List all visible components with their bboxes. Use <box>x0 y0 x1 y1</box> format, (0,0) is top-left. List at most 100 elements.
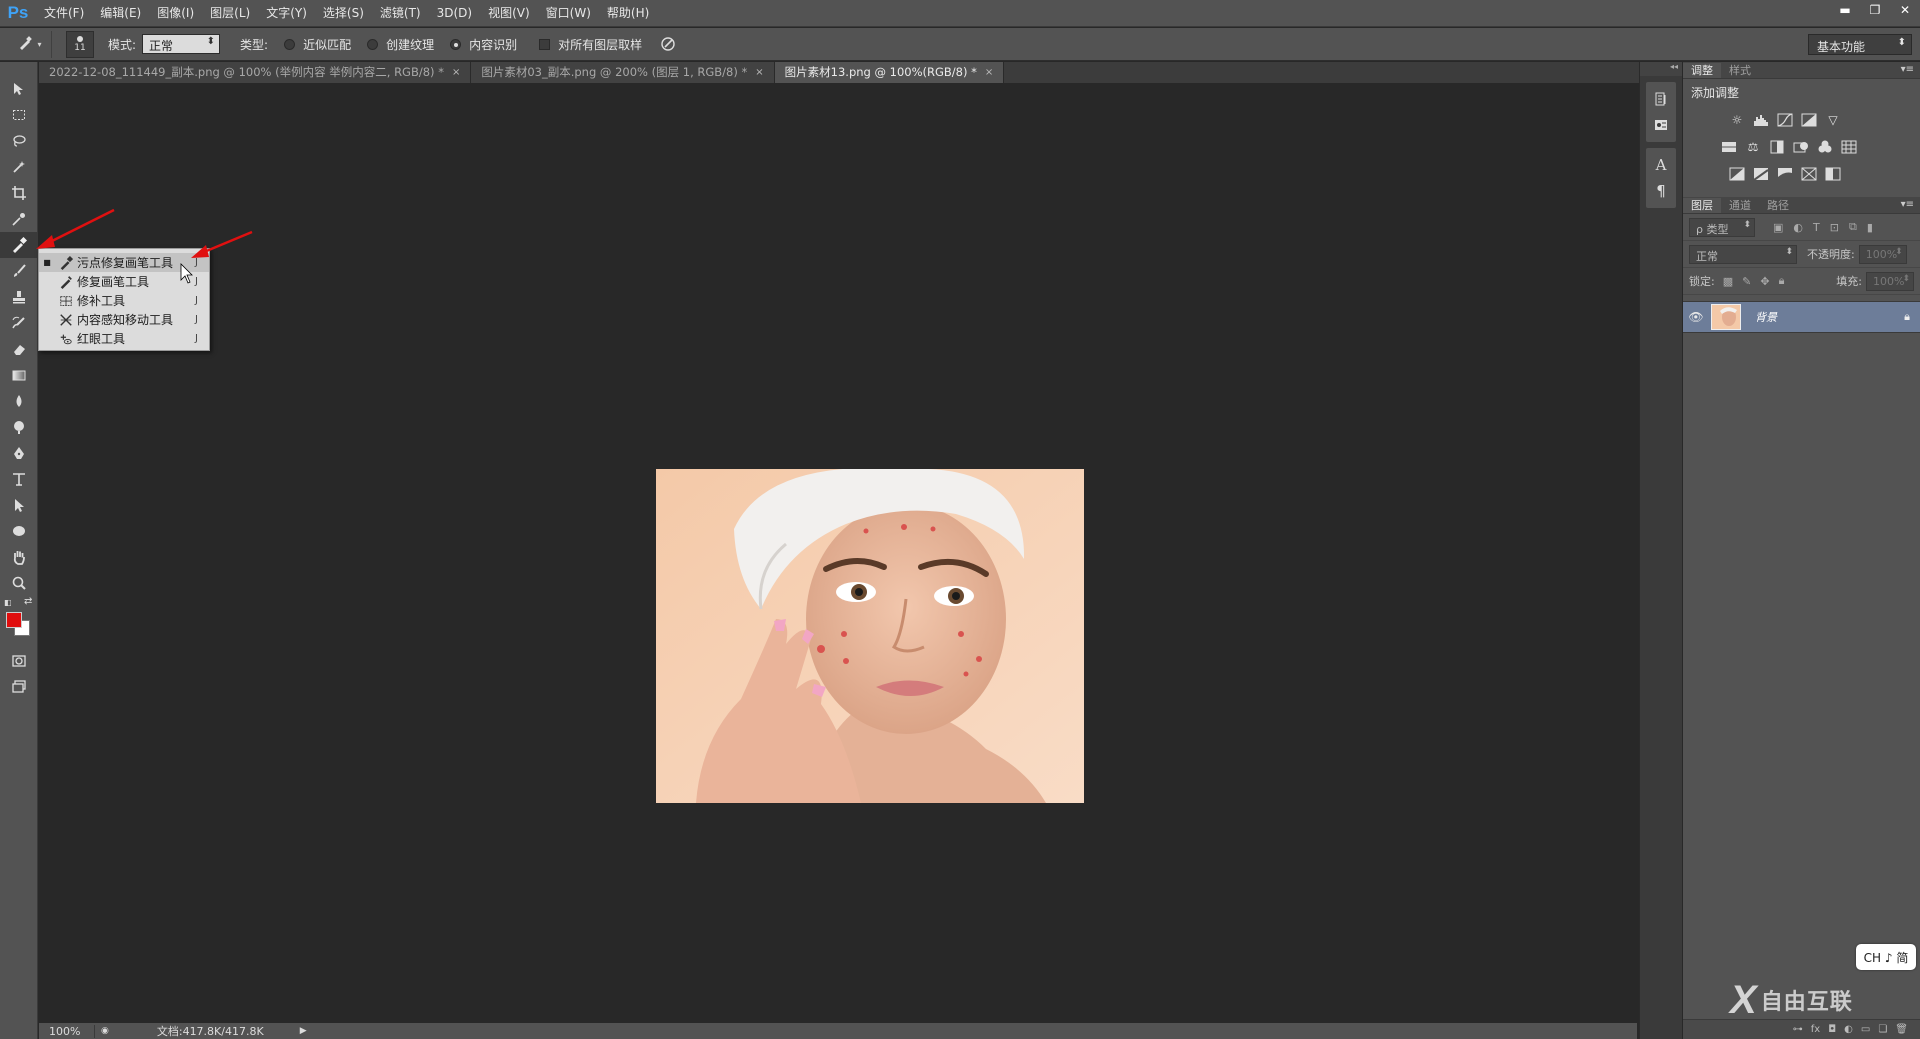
brush-size-picker[interactable]: 11 <box>66 30 94 58</box>
selective-color-icon[interactable] <box>1821 164 1845 184</box>
spot-healing-brush-tool-icon[interactable] <box>0 232 38 258</box>
add-mask-icon[interactable]: ◘ <box>1828 1024 1836 1035</box>
properties-panel-icon[interactable] <box>1646 112 1676 138</box>
mode-select[interactable]: 正常 <box>142 34 221 54</box>
flyout-item-healing-brush[interactable]: 修复画笔工具 J <box>39 272 209 291</box>
path-selection-tool-icon[interactable] <box>0 492 38 518</box>
type-tool-icon[interactable] <box>0 466 38 492</box>
menu-3d[interactable]: 3D(D) <box>429 0 480 27</box>
document-tab-active[interactable]: 图片素材13.png @ 100%(RGB/8) * × <box>774 62 1005 83</box>
new-group-icon[interactable]: ▭ <box>1861 1024 1870 1035</box>
vibrance-icon[interactable]: ▽ <box>1821 110 1845 130</box>
exposure-icon[interactable] <box>1797 110 1821 130</box>
hue-saturation-icon[interactable] <box>1717 137 1741 157</box>
delete-layer-icon[interactable]: 🗑︎ <box>1895 1024 1908 1035</box>
menu-window[interactable]: 窗口(W) <box>538 0 599 27</box>
history-brush-tool-icon[interactable] <box>0 310 38 336</box>
paragraph-panel-icon[interactable]: ¶ <box>1646 178 1676 204</box>
flyout-item-red-eye[interactable]: 红眼工具 J <box>39 329 209 348</box>
canvas-area[interactable] <box>39 83 1637 1023</box>
filter-type-icon[interactable]: T <box>1813 221 1820 234</box>
gradient-tool-icon[interactable] <box>0 362 38 388</box>
collapse-arrows-icon[interactable]: ◂◂ <box>1640 62 1682 76</box>
type-create-texture-radio[interactable]: 创建纹理 <box>367 36 434 53</box>
eyedropper-tool-icon[interactable] <box>0 206 38 232</box>
filter-adjustment-icon[interactable]: ◐ <box>1793 221 1803 234</box>
opacity-input[interactable]: 100% <box>1858 244 1907 264</box>
pressure-brush-icon[interactable] <box>660 36 676 52</box>
history-panel-icon[interactable] <box>1646 86 1676 112</box>
close-button[interactable]: ✕ <box>1890 0 1920 20</box>
layer-filter-select[interactable]: ρ 类型 <box>1689 217 1755 237</box>
posterize-icon[interactable] <box>1749 164 1773 184</box>
blend-mode-select[interactable]: 正常 <box>1689 244 1797 264</box>
new-layer-icon[interactable]: ❏ <box>1878 1024 1887 1035</box>
tool-preset-picker[interactable]: ▾ <box>8 30 52 58</box>
tab-adjustments[interactable]: 调整 <box>1683 63 1721 78</box>
levels-icon[interactable] <box>1749 110 1773 130</box>
foreground-color-swatch[interactable] <box>6 612 22 628</box>
menu-edit[interactable]: 编辑(E) <box>92 0 149 27</box>
document-image[interactable] <box>656 469 1084 803</box>
panel-menu-icon[interactable]: ▾≡ <box>1901 199 1914 210</box>
flyout-item-content-aware-move[interactable]: 内容感知移动工具 J <box>39 310 209 329</box>
gradient-map-icon[interactable] <box>1797 164 1821 184</box>
threshold-icon[interactable] <box>1773 164 1797 184</box>
menu-file[interactable]: 文件(F) <box>36 0 92 27</box>
sample-all-layers-checkbox[interactable]: 对所有图层取样 <box>539 36 642 53</box>
minimize-button[interactable]: ▬ <box>1830 0 1860 20</box>
tab-channels[interactable]: 通道 <box>1721 198 1759 213</box>
menu-select[interactable]: 选择(S) <box>315 0 372 27</box>
screen-mode-icon[interactable] <box>0 674 38 700</box>
document-tab[interactable]: 图片素材03_副本.png @ 200% (图层 1, RGB/8) * × <box>471 62 775 83</box>
invert-icon[interactable] <box>1725 164 1749 184</box>
ps-logo[interactable]: Ps <box>0 0 36 27</box>
color-lookup-icon[interactable] <box>1837 137 1861 157</box>
new-adjustment-icon[interactable]: ◐ <box>1844 1024 1853 1035</box>
quick-mask-icon[interactable] <box>0 648 38 674</box>
marquee-tool-icon[interactable] <box>0 102 38 128</box>
panel-menu-icon[interactable]: ▾≡ <box>1901 64 1914 75</box>
filter-toggle-icon[interactable]: ▮ <box>1867 221 1873 234</box>
channel-mixer-icon[interactable] <box>1813 137 1837 157</box>
filter-shape-icon[interactable]: ⊡ <box>1830 221 1839 234</box>
character-panel-icon[interactable]: A <box>1646 152 1676 178</box>
ime-indicator[interactable]: CH ♪ 简 <box>1856 944 1916 970</box>
dodge-tool-icon[interactable] <box>0 414 38 440</box>
toolbar-grip[interactable] <box>0 62 37 76</box>
flyout-item-spot-healing-brush[interactable]: ■ 污点修复画笔工具 J <box>39 253 209 272</box>
filter-pixel-icon[interactable]: ▣ <box>1773 221 1783 234</box>
pen-tool-icon[interactable] <box>0 440 38 466</box>
photo-filter-icon[interactable] <box>1789 137 1813 157</box>
menu-view[interactable]: 视图(V) <box>480 0 538 27</box>
zoom-level[interactable]: 100% <box>39 1024 95 1038</box>
curves-icon[interactable] <box>1773 110 1797 130</box>
black-white-icon[interactable] <box>1765 137 1789 157</box>
flyout-item-patch[interactable]: 修补工具 J <box>39 291 209 310</box>
status-info-icon[interactable]: ◉ <box>101 1026 109 1036</box>
brush-tool-icon[interactable] <box>0 258 38 284</box>
menu-help[interactable]: 帮助(H) <box>599 0 657 27</box>
restore-button[interactable]: ❐ <box>1860 0 1890 20</box>
status-menu-arrow-icon[interactable]: ▶ <box>300 1026 307 1036</box>
fill-input[interactable]: 100% <box>1866 271 1914 291</box>
zoom-tool-icon[interactable] <box>0 570 38 596</box>
lock-all-icon[interactable]: 🔒︎ <box>1779 274 1785 288</box>
lasso-tool-icon[interactable] <box>0 128 38 154</box>
ellipse-tool-icon[interactable] <box>0 518 38 544</box>
tab-close-icon[interactable]: × <box>755 62 763 83</box>
tab-layers[interactable]: 图层 <box>1683 198 1721 213</box>
layer-style-icon[interactable]: fx <box>1811 1024 1820 1035</box>
type-content-aware-radio[interactable]: 内容识别 <box>450 36 517 53</box>
menu-image[interactable]: 图像(I) <box>149 0 202 27</box>
default-colors-icon[interactable]: ◧ <box>4 598 12 607</box>
visibility-eye-icon[interactable]: 👁︎ <box>1683 310 1709 324</box>
tab-close-icon[interactable]: × <box>452 62 460 83</box>
filter-smart-object-icon[interactable]: ⧉ <box>1849 220 1857 234</box>
eraser-tool-icon[interactable] <box>0 336 38 362</box>
tab-paths[interactable]: 路径 <box>1759 198 1797 213</box>
swap-colors-icon[interactable]: ⇄ <box>24 596 32 607</box>
clone-stamp-tool-icon[interactable] <box>0 284 38 310</box>
document-tab[interactable]: 2022-12-08_111449_副本.png @ 100% (举例内容 举例… <box>39 62 472 83</box>
move-tool-icon[interactable] <box>0 76 38 102</box>
